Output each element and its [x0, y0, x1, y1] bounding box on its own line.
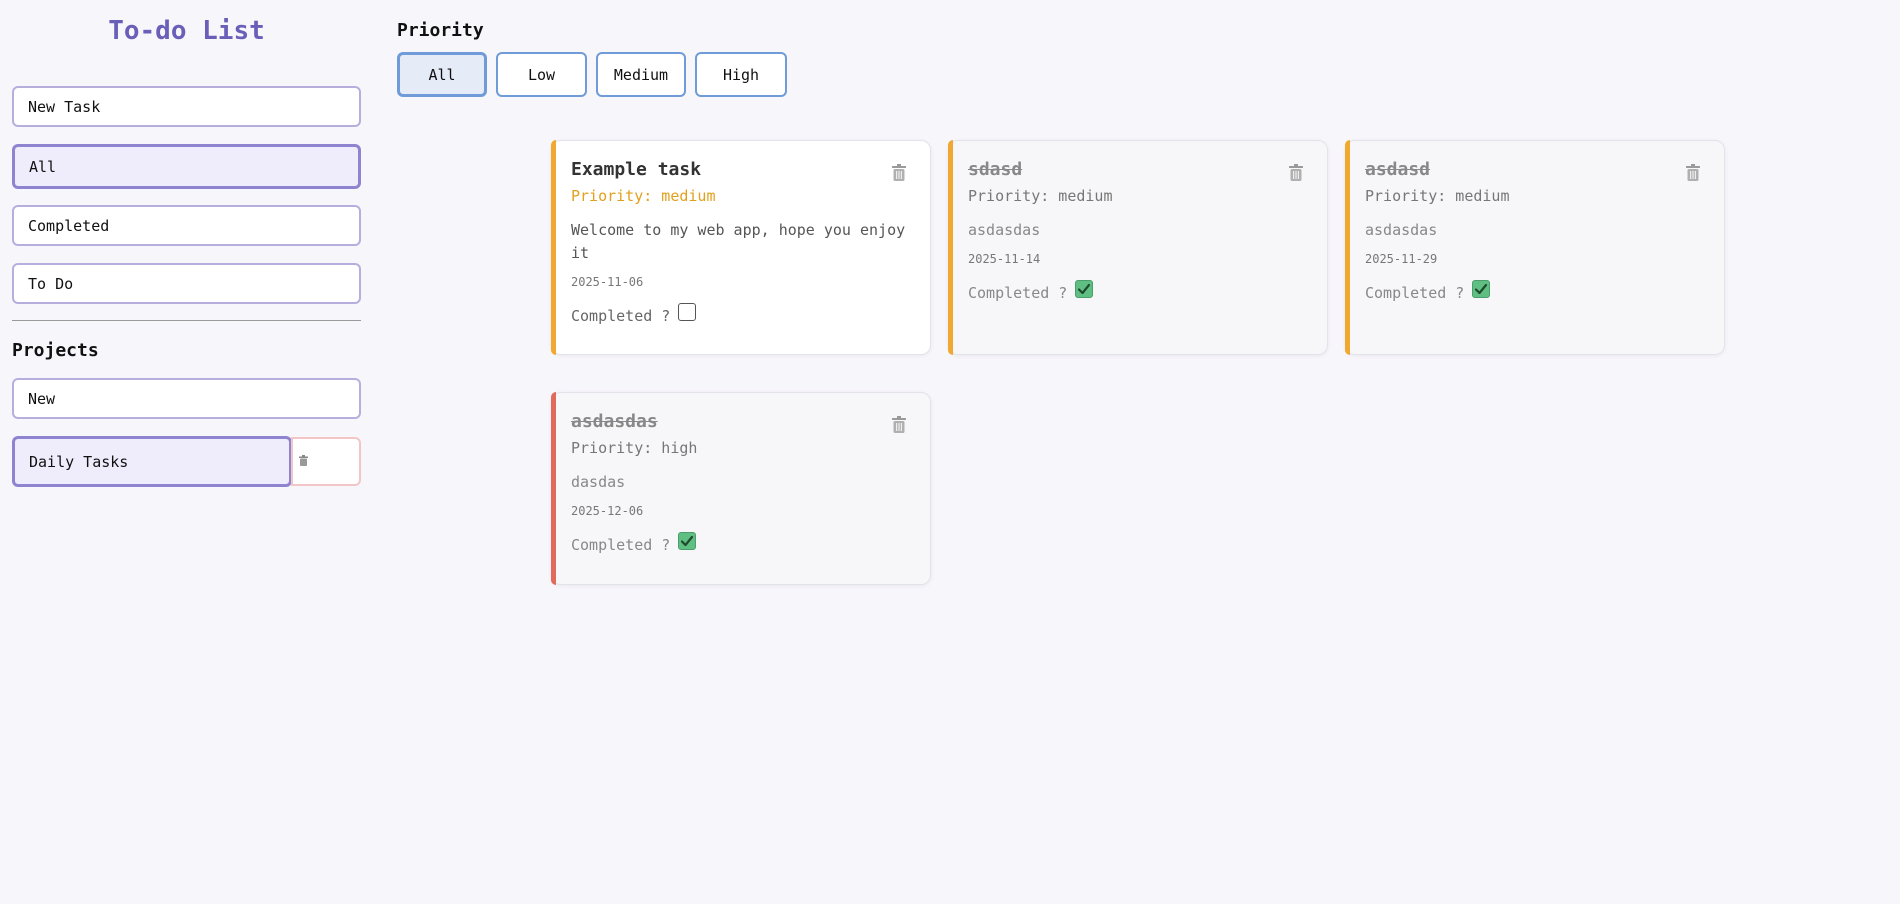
- sidebar: To-do List New Task All Completed To Do …: [12, 0, 361, 904]
- task-card: sdasd Priority: medium asdasdas 2025-11-…: [948, 140, 1328, 355]
- priority-accent-bar: [1345, 140, 1350, 355]
- completed-checkbox[interactable]: [1472, 280, 1491, 298]
- task-completed-row: Completed ?: [1365, 280, 1706, 302]
- task-title: Example task: [571, 159, 702, 180]
- priority-high-button[interactable]: High: [695, 52, 787, 97]
- task-description: Welcome to my web app, hope you enjoy it: [571, 221, 906, 262]
- task-priority: Priority: high: [571, 439, 698, 457]
- filter-todo-button[interactable]: To Do: [12, 263, 361, 304]
- checkmark-icon: [681, 535, 694, 547]
- delete-task-button[interactable]: [1283, 161, 1309, 187]
- priority-all-button[interactable]: All: [397, 52, 487, 97]
- task-description: asdasdas: [1365, 221, 1438, 239]
- task-description: dasdas: [571, 473, 626, 491]
- task-completed-row: Completed ?: [571, 532, 912, 554]
- trash-icon: [1289, 163, 1303, 185]
- task-completed-row: Completed ?: [968, 280, 1309, 302]
- task-description: asdasdas: [968, 221, 1041, 239]
- task-completed-row: Completed ?: [571, 303, 912, 325]
- task-date: 2025-11-29: [1365, 252, 1438, 266]
- task-card: asdasd Priority: medium asdasdas 2025-11…: [1345, 140, 1725, 355]
- completed-checkbox[interactable]: [678, 532, 697, 550]
- projects-heading: Projects: [12, 340, 99, 361]
- priority-accent-bar: [948, 140, 953, 355]
- task-date: 2025-11-06: [571, 275, 644, 289]
- filter-all-button[interactable]: All: [12, 144, 361, 189]
- task-date: 2025-11-14: [968, 252, 1041, 266]
- delete-task-button[interactable]: [886, 161, 912, 187]
- completed-checkbox[interactable]: [1075, 280, 1094, 298]
- trash-icon: [892, 163, 906, 185]
- checkmark-icon: [1475, 283, 1488, 295]
- priority-heading: Priority: [397, 20, 484, 41]
- completed-label: Completed ?: [571, 307, 671, 325]
- task-priority: Priority: medium: [571, 187, 716, 205]
- completed-label: Completed ?: [571, 536, 671, 554]
- filter-completed-button[interactable]: Completed: [12, 205, 361, 246]
- trash-icon: [892, 415, 906, 437]
- new-project-button[interactable]: New: [12, 378, 361, 419]
- priority-medium-button[interactable]: Medium: [596, 52, 686, 97]
- delete-task-button[interactable]: [886, 413, 912, 439]
- task-card: Example task Priority: medium Welcome to…: [551, 140, 931, 355]
- priority-accent-bar: [551, 140, 556, 355]
- task-priority: Priority: medium: [1365, 187, 1510, 205]
- completed-label: Completed ?: [968, 284, 1068, 302]
- checkmark-icon: [1078, 283, 1091, 295]
- trash-icon: [1686, 163, 1700, 185]
- sidebar-divider: [12, 320, 361, 321]
- app-title: To-do List: [108, 16, 265, 46]
- task-date: 2025-12-06: [571, 504, 644, 518]
- priority-accent-bar: [551, 392, 556, 585]
- delete-task-button[interactable]: [1680, 161, 1706, 187]
- project-daily-tasks-button[interactable]: Daily Tasks: [12, 436, 292, 487]
- task-card: asdasdas Priority: high dasdas 2025-12-0…: [551, 392, 931, 585]
- completed-label: Completed ?: [1365, 284, 1465, 302]
- task-title: asdasdas: [571, 411, 658, 432]
- task-title: asdasd: [1365, 159, 1431, 180]
- new-task-button[interactable]: New Task: [12, 86, 361, 127]
- task-title: sdasd: [968, 159, 1023, 180]
- project-row: Daily Tasks: [12, 436, 361, 487]
- trash-icon: [299, 454, 308, 469]
- task-priority: Priority: medium: [968, 187, 1113, 205]
- completed-checkbox[interactable]: [678, 303, 697, 321]
- delete-project-button[interactable]: [291, 437, 361, 486]
- priority-low-button[interactable]: Low: [496, 52, 587, 97]
